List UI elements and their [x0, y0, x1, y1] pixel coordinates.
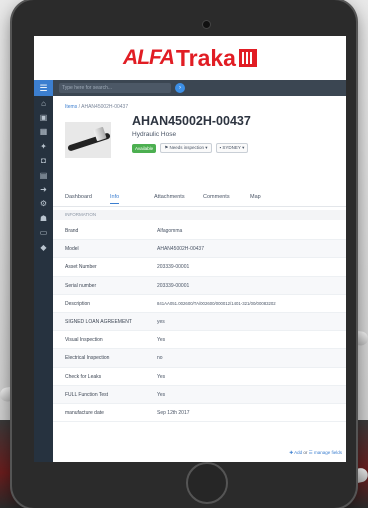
field-label: Brand	[65, 228, 79, 234]
menu-icon[interactable]: ☰	[34, 80, 53, 96]
field-value: no	[157, 355, 163, 362]
alfatraka-logo: ALFA Traka	[123, 45, 257, 72]
asset-icon[interactable]: ◘	[34, 154, 53, 168]
status-bar: Available ⚑ Needs inspection ▾ ▪ SYDNEY …	[132, 143, 249, 153]
field-label: Model	[65, 246, 79, 253]
field-label: Serial number	[65, 282, 97, 289]
tab-bar: Dashboard Info Attachments Comments Map	[53, 194, 346, 207]
table-row: Serial number 203339-00001	[53, 276, 346, 295]
field-value: 203339-00001	[157, 282, 190, 289]
calendar-icon[interactable]: ▤	[34, 168, 53, 182]
settings-icon[interactable]: ⚙	[34, 197, 53, 211]
field-value: 841AA051.002600/TA/002600/000012/1401-32…	[157, 300, 276, 306]
table-row: SIGNED LOAN AGREEMENT yes	[53, 312, 346, 332]
field-value: Yes	[157, 373, 166, 380]
asset-detail: Items / AHAN45002H-00437 AHAN45002H-0043…	[53, 96, 346, 462]
field-value: yes	[157, 318, 165, 325]
search-icon[interactable]: ›	[175, 83, 185, 93]
field-label: manufacture date	[65, 409, 104, 416]
field-label: Visual Inspection	[65, 337, 103, 344]
table-row: Model AHAN45002H-00437	[53, 240, 346, 259]
inspection-dropdown[interactable]: ⚑ Needs inspection ▾	[160, 143, 212, 153]
field-value: Yes	[157, 337, 166, 344]
asset-image[interactable]	[65, 122, 111, 158]
info-table: Brand Alfagomma Model AHAN45002H-00437 Ass…	[53, 222, 346, 423]
tag-icon[interactable]: ◆	[34, 240, 53, 254]
field-label: SIGNED LOAN AGREEMENT	[65, 318, 132, 325]
field-label: Electrical Inspection	[65, 355, 110, 362]
section-header: INFORMATION	[53, 210, 346, 220]
chevron-down-icon: ▾	[240, 145, 245, 150]
location-dropdown[interactable]: ▪ SYDNEY ▾	[215, 143, 249, 153]
page-title: AHAN45002H-00437	[132, 114, 251, 128]
camera	[202, 20, 211, 29]
field-value: 203339-00001	[157, 264, 190, 271]
chevron-down-icon: ▾	[204, 145, 208, 150]
inspection-label: Needs inspection	[169, 145, 205, 150]
table-row: Asset Number 203339-00001	[53, 258, 346, 277]
table-row: Brand Alfagomma	[53, 222, 346, 241]
top-bar: Type here for search... ›	[53, 80, 346, 96]
logo-traka: Traka	[175, 44, 236, 71]
field-value: AHAN45002H-00437	[157, 246, 204, 253]
breadcrumb-current: AHAN45002H-00437	[81, 104, 129, 110]
field-value: Yes	[157, 391, 166, 398]
field-actions: ✚ Add or ☰ manage fields	[289, 450, 342, 456]
app-screen: ALFA Traka ☰ ⌂ ▣ ▦ ✦ ◘ ▤ ➜ ⚙ ☗ ▭ ◆ Type …	[34, 36, 346, 462]
home-button[interactable]	[186, 462, 228, 504]
location-label: SYDNEY	[222, 145, 241, 150]
asset-subtitle: Hydraulic Hose	[132, 131, 177, 138]
field-label: FULL Function Test	[65, 391, 109, 398]
qr-icon	[238, 49, 257, 67]
field-value: Sep 12th 2017	[157, 409, 190, 416]
briefcase-icon[interactable]: ▣	[34, 110, 53, 124]
tab-attachments[interactable]: Attachments	[154, 194, 185, 200]
field-value: Alfagomma	[157, 228, 183, 234]
tab-info[interactable]: Info	[110, 194, 120, 204]
or-text: or	[303, 450, 308, 455]
table-row: Visual Inspection Yes	[53, 331, 346, 350]
search-input[interactable]: Type here for search...	[59, 83, 171, 93]
add-field-link[interactable]: Add	[294, 450, 302, 455]
breadcrumb-link[interactable]: Items	[65, 104, 77, 110]
brand-header: ALFA Traka	[34, 36, 346, 80]
table-row: Check for Leaks Yes	[53, 368, 346, 386]
home-icon[interactable]: ⌂	[34, 96, 53, 110]
status-badge: Available	[132, 143, 157, 153]
field-label: Description	[65, 300, 91, 307]
breadcrumb: Items / AHAN45002H-00437	[65, 104, 128, 110]
tab-dashboard[interactable]: Dashboard	[65, 194, 92, 200]
table-row: Electrical Inspection no	[53, 349, 346, 368]
tab-comments[interactable]: Comments	[203, 194, 230, 200]
table-row: manufacture date Sep 12th 2017	[53, 404, 346, 423]
table-row: FULL Function Test Yes	[53, 385, 346, 404]
tablet-device: ALFA Traka ☰ ⌂ ▣ ▦ ✦ ◘ ▤ ➜ ⚙ ☗ ▭ ◆ Type …	[12, 0, 356, 508]
logo-alfa: ALFA	[123, 46, 175, 69]
table-row: Description 841AA051.002600/TA/002600/000…	[53, 295, 346, 313]
field-label: Asset Number	[65, 264, 97, 271]
field-label: Check for Leaks	[65, 373, 102, 380]
tab-map[interactable]: Map	[250, 194, 261, 200]
card-icon[interactable]: ▭	[34, 226, 53, 240]
sidebar: ☰ ⌂ ▣ ▦ ✦ ◘ ▤ ➜ ⚙ ☗ ▭ ◆	[34, 80, 53, 462]
dashboard-icon[interactable]: ▦	[34, 125, 53, 139]
checkin-icon[interactable]: ➜	[34, 182, 53, 196]
group-icon[interactable]: ☗	[34, 211, 53, 225]
users-icon[interactable]: ✦	[34, 139, 53, 153]
manage-fields-link[interactable]: manage fields	[314, 450, 342, 455]
